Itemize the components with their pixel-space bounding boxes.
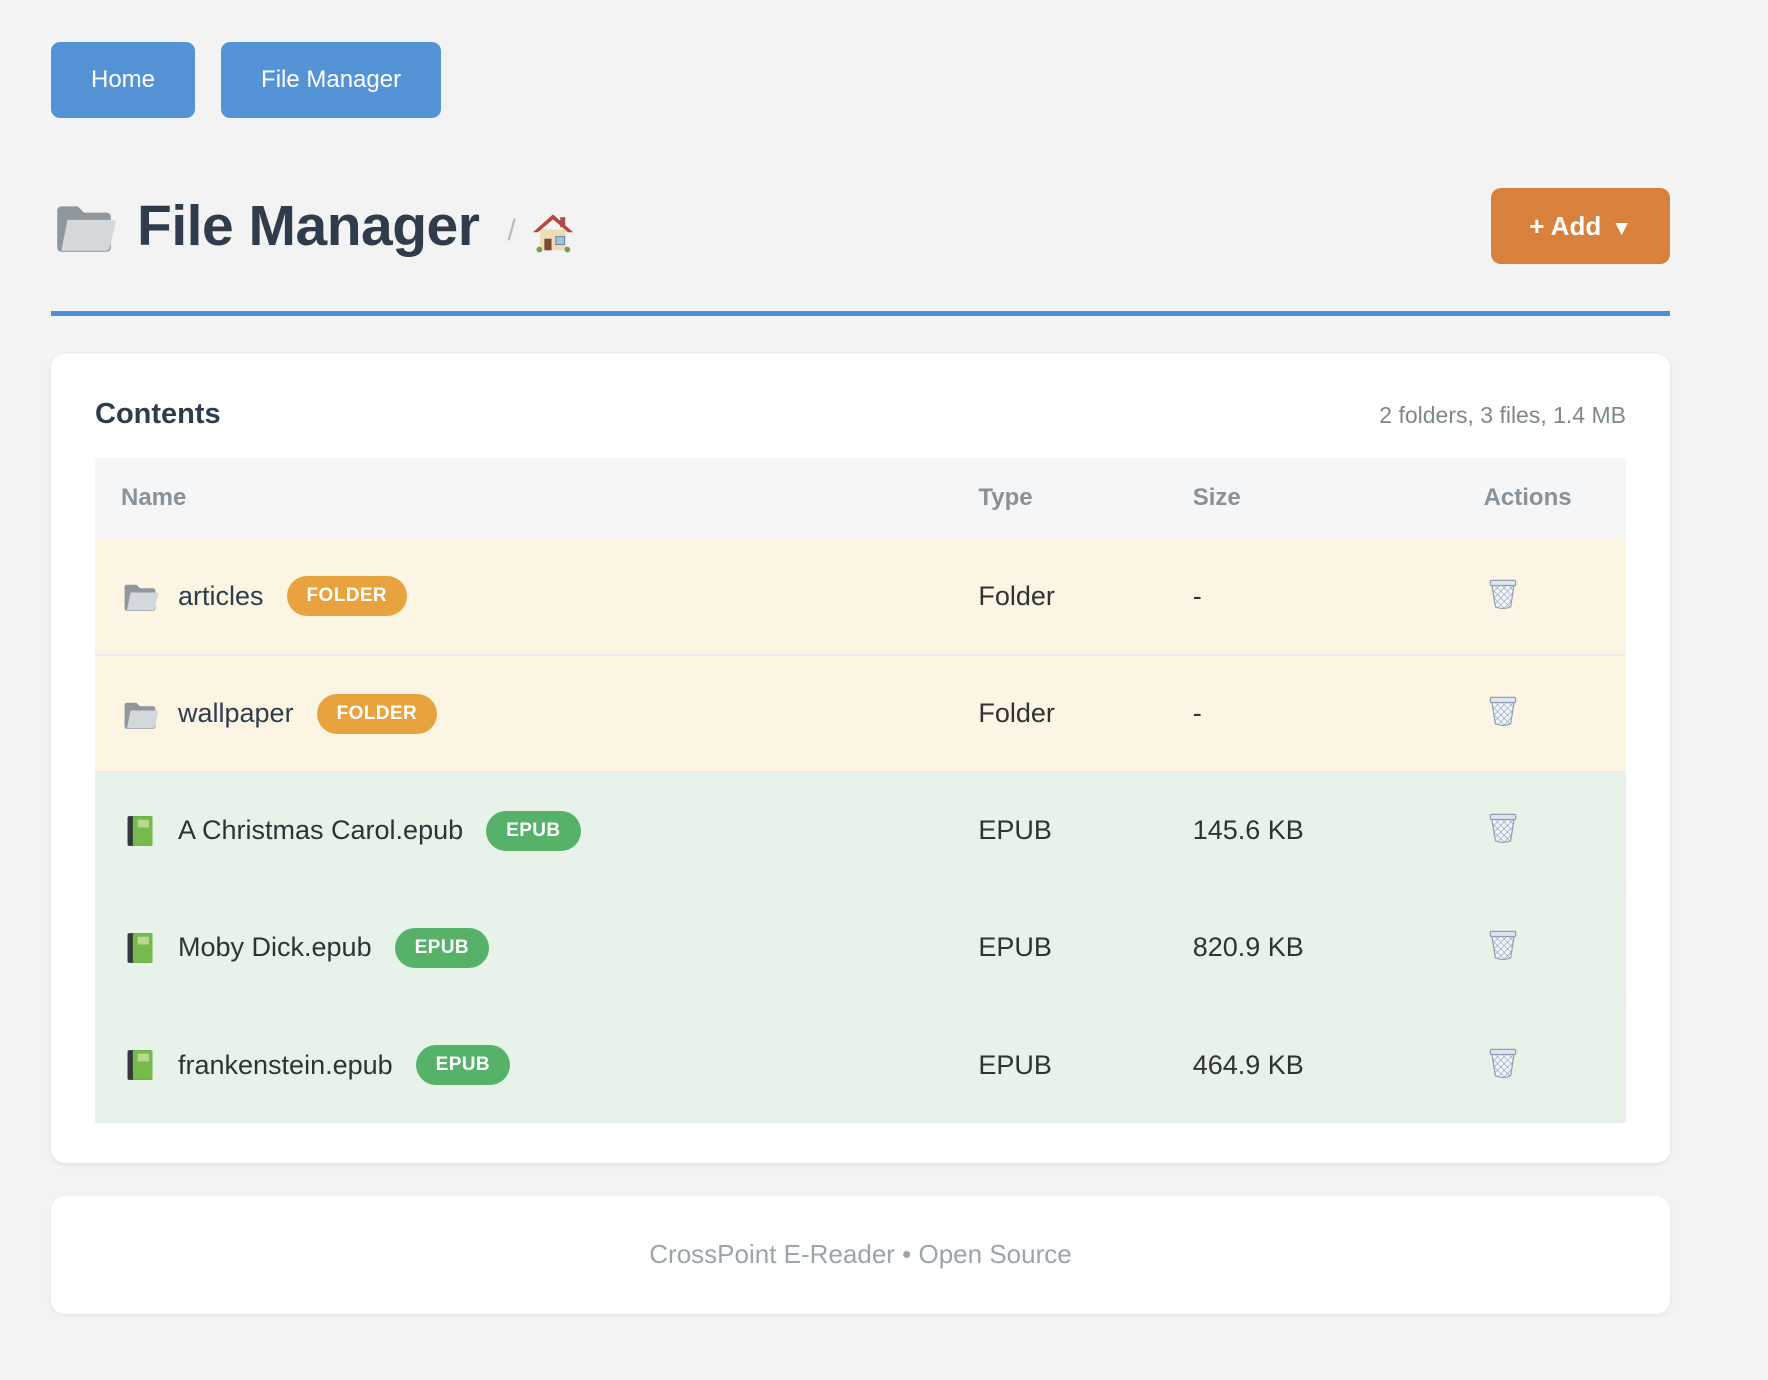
file-size-cell: 145.6 KB [1167, 772, 1458, 889]
file-table: Name Type Size Actions [95, 458, 1626, 1123]
file-type-cell: EPUB [952, 889, 1166, 1006]
file-name-link[interactable]: Moby Dick.epub [178, 932, 372, 963]
column-header-actions: Actions [1458, 458, 1626, 538]
wastebasket-icon [1484, 925, 1522, 963]
contents-title: Contents [95, 398, 221, 431]
table-header-row: Name Type Size Actions [95, 458, 1626, 538]
page-header: File Manager / + Add ▼ [51, 188, 1670, 264]
file-type-cell: EPUB [952, 772, 1166, 889]
delete-button[interactable] [1484, 691, 1522, 729]
column-header-type: Type [952, 458, 1166, 538]
folder-icon [51, 193, 117, 259]
file-name-link[interactable]: A Christmas Carol.epub [178, 815, 463, 846]
home-icon[interactable] [530, 210, 576, 256]
folder-icon [121, 577, 159, 615]
file-size-cell: 464.9 KB [1167, 1006, 1458, 1123]
table-row[interactable]: frankenstein.epub EPUB EPUB 464.9 KB [95, 1006, 1626, 1123]
table-row[interactable]: wallpaper FOLDER Folder - [95, 655, 1626, 772]
wastebasket-icon [1484, 574, 1522, 612]
delete-button[interactable] [1484, 574, 1522, 612]
folder-icon [121, 695, 159, 733]
file-size-cell: 820.9 KB [1167, 889, 1458, 1006]
book-icon [121, 812, 159, 850]
delete-button[interactable] [1484, 925, 1522, 963]
wastebasket-icon [1484, 1043, 1522, 1081]
column-header-size: Size [1167, 458, 1458, 538]
table-row[interactable]: Moby Dick.epub EPUB EPUB 820.9 KB [95, 889, 1626, 1006]
nav-home-button[interactable]: Home [51, 42, 195, 118]
file-type-badge: EPUB [395, 928, 489, 968]
file-name-link[interactable]: wallpaper [178, 698, 294, 729]
wastebasket-icon [1484, 808, 1522, 846]
file-size-cell: - [1167, 655, 1458, 772]
add-button-label: + Add [1529, 211, 1601, 241]
contents-card: Contents 2 folders, 3 files, 1.4 MB Name… [51, 354, 1670, 1163]
chevron-down-icon: ▼ [1611, 217, 1632, 240]
file-type-badge: FOLDER [287, 576, 408, 616]
book-icon [121, 929, 159, 967]
wastebasket-icon [1484, 691, 1522, 729]
book-icon [121, 1046, 159, 1084]
file-type-badge: EPUB [486, 811, 580, 851]
table-row[interactable]: articles FOLDER Folder - [95, 538, 1626, 655]
footer: CrossPoint E-Reader • Open Source [51, 1196, 1670, 1314]
top-nav: Home File Manager [51, 42, 1670, 118]
file-name-link[interactable]: articles [178, 581, 264, 612]
header-divider [51, 311, 1670, 316]
table-row[interactable]: A Christmas Carol.epub EPUB EPUB 145.6 K… [95, 772, 1626, 889]
file-name-link[interactable]: frankenstein.epub [178, 1050, 393, 1081]
delete-button[interactable] [1484, 808, 1522, 846]
file-type-cell: Folder [952, 655, 1166, 772]
footer-text: CrossPoint E-Reader • Open Source [649, 1239, 1071, 1269]
file-type-badge: FOLDER [317, 694, 438, 734]
file-type-badge: EPUB [416, 1045, 510, 1085]
contents-summary: 2 folders, 3 files, 1.4 MB [1379, 402, 1626, 429]
add-button[interactable]: + Add ▼ [1491, 188, 1670, 264]
nav-file-manager-button[interactable]: File Manager [221, 42, 441, 118]
delete-button[interactable] [1484, 1043, 1522, 1081]
file-size-cell: - [1167, 538, 1458, 655]
page-title: File Manager [137, 193, 479, 259]
page: Home File Manager File Manager / [0, 0, 1768, 1314]
file-type-cell: EPUB [952, 1006, 1166, 1123]
file-type-cell: Folder [952, 538, 1166, 655]
column-header-name: Name [95, 458, 952, 538]
breadcrumb-separator: / [507, 214, 515, 248]
